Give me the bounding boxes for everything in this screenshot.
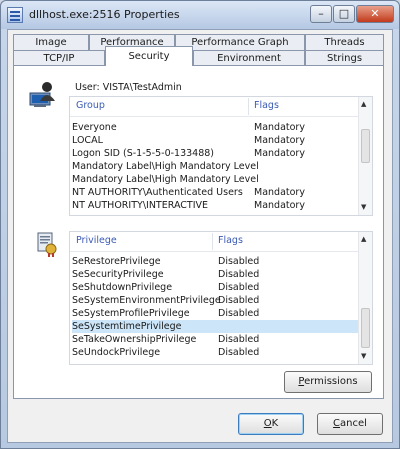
scroll-down-icon[interactable]: ▼ xyxy=(361,352,366,360)
group-flags: Mandatory xyxy=(254,135,305,146)
privilege-name: SeUndockPrivilege xyxy=(72,347,161,358)
privilege-name: SeShutdownPrivilege xyxy=(72,282,173,293)
group-name: Mandatory Label\High Mandatory Level xyxy=(72,174,259,185)
privilege-row[interactable]: SeSystemProfilePrivilege Disabled xyxy=(72,307,358,320)
groups-header: Group Flags xyxy=(70,97,372,117)
privilege-name: SeSystemEnvironmentPrivilege xyxy=(72,295,221,306)
group-flags: Mandatory xyxy=(254,122,305,133)
privilege-flags: Disabled xyxy=(218,347,260,358)
scroll-up-icon[interactable]: ▲ xyxy=(361,235,366,243)
group-name: LOCAL xyxy=(72,135,103,146)
privilege-name: SeTakeOwnershipPrivilege xyxy=(72,334,197,345)
privilege-flags: Disabled xyxy=(218,334,260,345)
group-name: NT AUTHORITY\INTERACTIVE xyxy=(72,200,209,211)
privilege-flags: Disabled xyxy=(218,308,260,319)
group-column-header[interactable]: Group xyxy=(76,100,105,111)
close-button[interactable]: ✕ xyxy=(356,5,394,23)
title-bar[interactable]: dllhost.exe:2516 Properties – □ ✕ xyxy=(1,1,399,29)
privilege-flags: Disabled xyxy=(218,282,260,293)
scroll-thumb[interactable] xyxy=(361,308,370,348)
group-row[interactable]: Logon SID (S-1-5-5-0-133488) Mandatory xyxy=(72,147,358,160)
minimize-button[interactable]: – xyxy=(310,5,332,23)
privileges-list[interactable]: Privilege Flags SeRestorePrivilege Disab… xyxy=(69,231,373,365)
scroll-up-icon[interactable]: ▲ xyxy=(361,100,366,108)
group-flags: Mandatory xyxy=(254,187,305,198)
user-label: User: VISTA\TestAdmin xyxy=(75,82,182,93)
group-flags: Mandatory xyxy=(254,148,305,159)
groups-scrollbar[interactable]: ▲ ▼ xyxy=(358,97,372,215)
privilege-flags-column-header[interactable]: Flags xyxy=(218,235,243,246)
maximize-button[interactable]: □ xyxy=(333,5,355,23)
privilege-name: SeSystemtimePrivilege xyxy=(72,321,182,332)
group-name: Logon SID (S-1-5-5-0-133488) xyxy=(72,148,215,159)
privilege-row-selected[interactable]: SeSystemtimePrivilege xyxy=(72,320,358,333)
cancel-label: ancel xyxy=(340,418,367,429)
cancel-mnemonic: C xyxy=(333,418,341,429)
privilege-name: SeSystemProfilePrivilege xyxy=(72,308,190,319)
group-row[interactable]: LOCAL Mandatory xyxy=(72,134,358,147)
scroll-down-icon[interactable]: ▼ xyxy=(361,203,366,211)
group-row[interactable]: NT AUTHORITY\Authenticated Users Mandato… xyxy=(72,186,358,199)
privilege-flags: Disabled xyxy=(218,295,260,306)
permissions-label: ermissions xyxy=(304,376,358,387)
flags-column-header[interactable]: Flags xyxy=(254,100,279,111)
ok-mnemonic: O xyxy=(263,418,272,429)
tab-image[interactable]: Image xyxy=(13,34,89,50)
privileges-header: Privilege Flags xyxy=(70,232,372,252)
privilege-name: SeRestorePrivilege xyxy=(72,256,161,267)
privilege-row[interactable]: SeShutdownPrivilege Disabled xyxy=(72,281,358,294)
tab-strings[interactable]: Strings xyxy=(305,50,384,66)
cancel-button[interactable]: Cancel xyxy=(317,413,383,435)
group-flags: Mandatory xyxy=(254,200,305,211)
permissions-button[interactable]: Permissions xyxy=(284,371,372,393)
group-row[interactable]: Mandatory Label\High Mandatory Level xyxy=(72,173,358,186)
privilege-row[interactable]: SeSecurityPrivilege Disabled xyxy=(72,268,358,281)
privilege-flags: Disabled xyxy=(218,256,260,267)
privilege-flags: Disabled xyxy=(218,269,260,280)
app-icon xyxy=(7,7,23,23)
tab-tcpip[interactable]: TCP/IP xyxy=(13,50,105,66)
groups-list[interactable]: Group Flags Everyone Mandatory LOCAL Man… xyxy=(69,96,373,216)
privilege-row[interactable]: SeUndockPrivilege Disabled xyxy=(72,346,358,359)
tab-environment[interactable]: Environment xyxy=(193,50,305,66)
group-name: NT AUTHORITY\Authenticated Users xyxy=(72,187,243,198)
tab-security[interactable]: Security xyxy=(105,46,193,66)
privilege-column-header[interactable]: Privilege xyxy=(76,235,117,246)
privilege-icon xyxy=(37,232,57,257)
tab-performance-graph[interactable]: Performance Graph xyxy=(175,34,305,50)
window-title: dllhost.exe:2516 Properties xyxy=(29,8,180,21)
ok-label: K xyxy=(271,418,279,429)
properties-window: dllhost.exe:2516 Properties – □ ✕ Image … xyxy=(0,0,400,449)
privilege-row[interactable]: SeSystemEnvironmentPrivilege Disabled xyxy=(72,294,358,307)
ok-button[interactable]: OK xyxy=(238,413,304,435)
group-name: Everyone xyxy=(72,122,117,133)
user-computer-icon xyxy=(29,82,55,107)
group-row[interactable]: Everyone Mandatory xyxy=(72,121,358,134)
group-row[interactable]: Mandatory Label\High Mandatory Level xyxy=(72,160,358,173)
privilege-row[interactable]: SeTakeOwnershipPrivilege Disabled xyxy=(72,333,358,346)
privileges-scrollbar[interactable]: ▲ ▼ xyxy=(358,232,372,364)
group-name: Mandatory Label\High Mandatory Level xyxy=(72,161,259,172)
scroll-thumb[interactable] xyxy=(361,129,370,163)
group-row[interactable]: NT AUTHORITY\INTERACTIVE Mandatory xyxy=(72,199,358,212)
tab-threads[interactable]: Threads xyxy=(305,34,384,50)
privilege-row[interactable]: SeRestorePrivilege Disabled xyxy=(72,255,358,268)
privilege-name: SeSecurityPrivilege xyxy=(72,269,164,280)
